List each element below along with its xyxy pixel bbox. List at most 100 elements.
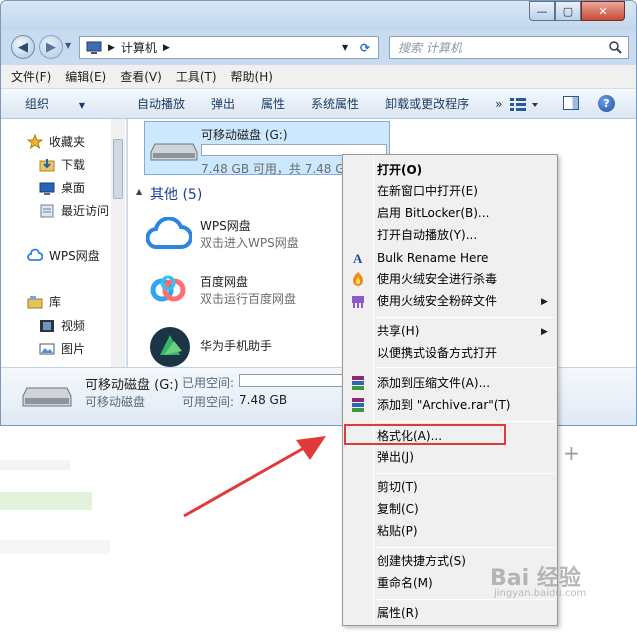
menu-item-copy[interactable]: 复制(C)	[377, 499, 419, 519]
search-input[interactable]: 搜索 计算机	[389, 36, 629, 59]
list-item[interactable]: 百度网盘 双击运行百度网盘	[144, 271, 344, 311]
menu-item-eject[interactable]: 弹出(J)	[377, 447, 414, 467]
address-row: ◀ ▶ ▼ ▶ 计算机 ▶ ▼ ⟳ 搜索 计算机	[1, 33, 636, 63]
minimize-button[interactable]: —	[529, 1, 555, 21]
menu-view[interactable]: 查看(V)	[120, 68, 162, 85]
huawei-assistant-icon	[148, 325, 192, 372]
more-button[interactable]: »	[495, 97, 502, 111]
removable-drive-icon	[149, 140, 199, 165]
nav-downloads-label: 下载	[61, 158, 86, 172]
menu-item-open-new-window[interactable]: 在新窗口中打开(E)	[377, 181, 478, 201]
properties-button[interactable]: 属性	[261, 95, 285, 112]
chevron-down-icon: ▼	[78, 101, 85, 110]
background-blur	[0, 460, 70, 470]
menu-item-bulk-rename[interactable]: Bulk Rename Here	[377, 248, 488, 268]
menu-separator	[375, 599, 555, 600]
command-bar: 组织 ▼ 自动播放 弹出 属性 系统属性 卸载或更改程序 » ?	[1, 89, 636, 119]
forward-button[interactable]: ▶	[39, 35, 63, 59]
menu-help[interactable]: 帮助(H)	[231, 68, 273, 85]
nav-pictures[interactable]: 图片	[39, 340, 85, 357]
nav-pictures-label: 图片	[61, 342, 86, 356]
downloads-folder-icon	[39, 157, 55, 173]
address-dropdown-icon[interactable]: ▼	[342, 43, 348, 52]
refresh-icon[interactable]: ⟳	[360, 41, 370, 55]
nav-wps-cloud[interactable]: WPS网盘	[27, 247, 100, 264]
background-blur	[0, 492, 92, 510]
menu-item-bitlocker[interactable]: 启用 BitLocker(B)...	[377, 203, 489, 223]
menu-file[interactable]: 文件(F)	[11, 68, 51, 85]
background-blur	[0, 540, 110, 554]
nav-videos-label: 视频	[61, 319, 86, 333]
menu-item-huorong-scan[interactable]: 使用火绒安全进行杀毒	[377, 269, 497, 289]
item-subtitle: 双击运行百度网盘	[200, 292, 297, 306]
recent-places-icon	[39, 203, 55, 219]
menu-item-rename[interactable]: 重命名(M)	[377, 573, 433, 593]
removable-drive-icon	[21, 384, 73, 411]
system-properties-button[interactable]: 系统属性	[311, 95, 359, 112]
menu-item-properties[interactable]: 属性(R)	[377, 603, 419, 623]
menu-item-create-shortcut[interactable]: 创建快捷方式(S)	[377, 551, 466, 571]
list-item[interactable]: WPS网盘 双击进入WPS网盘	[144, 215, 344, 255]
menu-item-cut[interactable]: 剪切(T)	[377, 477, 418, 497]
preview-pane-icon[interactable]	[563, 96, 579, 110]
winrar-icon	[350, 397, 366, 413]
winrar-icon	[350, 375, 366, 391]
drive-name: 可移动磁盘 (G:)	[201, 128, 288, 142]
nav-favorites-label: 收藏夹	[49, 135, 86, 149]
group-header-other[interactable]: 其他 (5)	[150, 184, 202, 204]
menu-item-open-portable[interactable]: 以便携式设备方式打开	[377, 343, 497, 363]
back-arrow-icon: ◀	[18, 39, 28, 55]
nav-desktop-label: 桌面	[61, 181, 86, 195]
nav-scrollbar[interactable]	[111, 119, 125, 367]
nav-libraries-label: 库	[49, 295, 62, 309]
menu-separator	[375, 367, 555, 368]
breadcrumb-computer[interactable]: 计算机	[121, 39, 157, 56]
menu-item-add-to-rar[interactable]: 添加到 "Archive.rar"(T)	[377, 395, 510, 415]
view-options-icon[interactable]	[509, 97, 539, 114]
group-collapse-icon[interactable]: ▲	[136, 187, 142, 196]
nav-recent-label: 最近访问	[61, 204, 110, 218]
details-used-label: 已用空间:	[182, 376, 235, 390]
menu-item-open[interactable]: 打开(O)	[377, 160, 422, 180]
recent-pages-chevron-icon[interactable]: ▼	[65, 41, 71, 50]
menu-edit[interactable]: 编辑(E)	[65, 68, 106, 85]
submenu-arrow-icon: ▶	[541, 327, 548, 337]
nav-scrollbar-thumb[interactable]	[113, 139, 123, 199]
organize-button[interactable]: 组织 ▼	[25, 95, 111, 112]
nav-recent[interactable]: 最近访问	[39, 202, 109, 219]
organize-label: 组织	[25, 97, 50, 111]
close-button[interactable]: ✕	[581, 1, 625, 21]
search-icon[interactable]	[609, 41, 622, 54]
menu-separator	[375, 317, 555, 318]
autoplay-button[interactable]: 自动播放	[137, 95, 185, 112]
uninstall-button[interactable]: 卸载或更改程序	[385, 95, 469, 112]
help-icon[interactable]: ?	[598, 95, 615, 112]
menu-item-huorong-shred[interactable]: 使用火绒安全粉碎文件	[377, 291, 497, 311]
list-item[interactable]: 华为手机助手	[144, 323, 344, 367]
file-shredder-icon	[350, 293, 366, 309]
menu-item-autoplay[interactable]: 打开自动播放(Y)...	[377, 225, 477, 245]
computer-icon	[86, 41, 102, 54]
back-button[interactable]: ◀	[11, 35, 35, 59]
maximize-button[interactable]: ▢	[555, 1, 581, 21]
nav-favorites[interactable]: 收藏夹	[26, 133, 86, 150]
item-subtitle: 双击进入WPS网盘	[200, 236, 299, 250]
star-icon	[26, 133, 44, 150]
submenu-arrow-icon: ▶	[541, 297, 548, 307]
menu-item-share[interactable]: 共享(H)	[377, 321, 419, 341]
nav-videos[interactable]: 视频	[39, 317, 85, 334]
drive-space-text: 7.48 GB 可用，共 7.48 GB	[201, 162, 353, 176]
eject-button[interactable]: 弹出	[211, 95, 235, 112]
menu-separator	[375, 547, 555, 548]
item-name: 华为手机助手	[200, 339, 273, 353]
breadcrumb-separator-icon: ▶	[162, 42, 170, 53]
menu-item-add-to-archive[interactable]: 添加到压缩文件(A)...	[377, 373, 490, 393]
breadcrumb-separator-icon: ▶	[108, 42, 115, 53]
nav-libraries[interactable]: 库	[27, 293, 61, 310]
details-drive-name: 可移动磁盘 (G:)	[85, 378, 179, 393]
address-bar[interactable]: ▶ 计算机 ▶ ▼ ⟳	[79, 36, 379, 59]
nav-desktop[interactable]: 桌面	[39, 179, 85, 196]
menu-item-paste[interactable]: 粘贴(P)	[377, 521, 418, 541]
nav-downloads[interactable]: 下载	[39, 156, 85, 173]
menu-tools[interactable]: 工具(T)	[176, 68, 217, 85]
